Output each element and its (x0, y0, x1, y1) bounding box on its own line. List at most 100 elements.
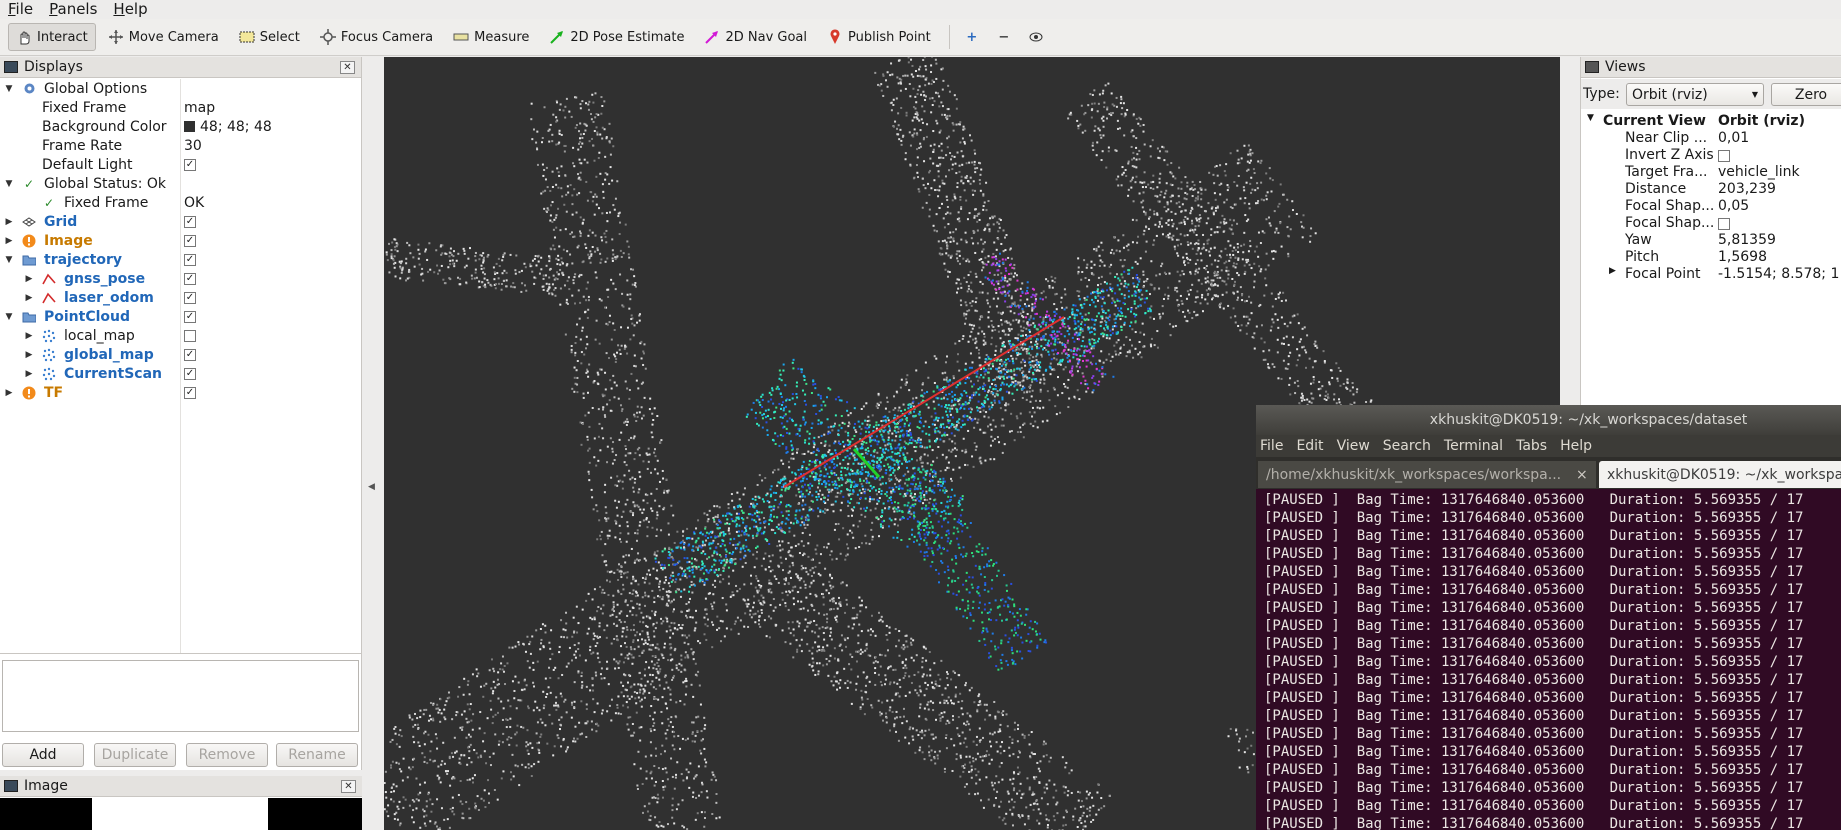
eye-icon[interactable] (1026, 27, 1046, 47)
view-prop-row[interactable]: Distance 203,239 (1581, 181, 1841, 198)
zero-button[interactable]: Zero (1771, 83, 1841, 106)
tree-row-grid[interactable]: ▶ Grid ✓ (0, 212, 362, 231)
view-prop-row[interactable]: Invert Z Axis (1581, 147, 1841, 164)
pointcloud-checkbox[interactable]: ✓ (184, 310, 196, 323)
remove-button[interactable]: Remove (186, 743, 268, 767)
rename-button[interactable]: Rename (276, 743, 358, 767)
tool-select[interactable]: Select (231, 23, 308, 51)
terminal-menu-tabs[interactable]: Tabs (1516, 438, 1547, 454)
view-prop-row[interactable]: Target Fra... vehicle_link (1581, 164, 1841, 181)
tree-row-status-fixed-frame[interactable]: ✓ Fixed Frame OK (0, 193, 362, 212)
menu-file[interactable]: File (0, 0, 41, 18)
terminal-tab-2[interactable]: xkhuskit@DK0519: ~/xk_workspaces (1599, 461, 1841, 488)
tool-2d-nav-goal[interactable]: 2D Nav Goal (696, 23, 815, 51)
prop-value[interactable]: 0,05 (1718, 198, 1840, 214)
view-prop-row[interactable]: Yaw 5,81359 (1581, 232, 1841, 249)
tool-interact[interactable]: Interact (8, 23, 96, 51)
expand-arrow-icon[interactable]: ▶ (24, 274, 34, 284)
prop-value[interactable]: vehicle_link (1718, 164, 1840, 180)
tree-row-global-map[interactable]: ▶ global_map ✓ (0, 345, 362, 364)
tree-row-laser-odom[interactable]: ▶ laser_odom ✓ (0, 288, 362, 307)
close-icon[interactable]: ✕ (341, 779, 356, 793)
tree-row-global-options[interactable]: ▼ Global Options (0, 79, 362, 98)
trajectory-checkbox[interactable]: ✓ (184, 253, 196, 266)
terminal-menu-search[interactable]: Search (1383, 438, 1431, 454)
expand-arrow-icon[interactable]: ▶ (24, 369, 34, 379)
prop-value[interactable]: 0,01 (1718, 130, 1840, 146)
terminal-menu-edit[interactable]: Edit (1296, 438, 1323, 454)
frame-rate-value[interactable]: 30 (184, 138, 202, 154)
grid-checkbox[interactable]: ✓ (184, 215, 196, 228)
prop-value[interactable]: -1.5154; 8.578; 1... (1718, 266, 1840, 282)
close-icon[interactable]: ✕ (340, 60, 355, 74)
expand-arrow-icon[interactable]: ▶ (24, 293, 34, 303)
current-view-row[interactable]: ▼ Current View Orbit (rviz) (1581, 113, 1841, 130)
expand-arrow-icon[interactable]: ▶ (24, 350, 34, 360)
add-display-button[interactable]: Add (2, 743, 84, 767)
view-prop-row[interactable]: Pitch 1,5698 (1581, 249, 1841, 266)
tree-row-current-scan[interactable]: ▶ CurrentScan ✓ (0, 364, 362, 383)
expand-arrow-icon[interactable]: ▶ (4, 236, 14, 246)
tool-measure[interactable]: Measure (445, 23, 537, 51)
tf-checkbox[interactable]: ✓ (184, 386, 196, 399)
tree-row-gnss-pose[interactable]: ▶ gnss_pose ✓ (0, 269, 362, 288)
expand-arrow-icon[interactable]: ▶ (24, 331, 34, 341)
panel-splitter[interactable]: ◀ (362, 57, 384, 830)
terminal-title[interactable]: xkhuskit@DK0519: ~/xk_workspaces/dataset (1256, 405, 1841, 435)
collapse-arrow-icon[interactable]: ▼ (4, 179, 14, 189)
view-prop-row[interactable]: Focal Shap... (1581, 215, 1841, 232)
tree-row-fixed-frame[interactable]: Fixed Frame map (0, 98, 362, 117)
fixed-frame-value[interactable]: map (184, 100, 215, 116)
tree-row-local-map[interactable]: ▶ local_map (0, 326, 362, 345)
collapse-left-icon[interactable]: ◀ (368, 482, 375, 492)
view-prop-row[interactable]: ▶ Focal Point -1.5154; 8.578; 1... (1581, 266, 1841, 283)
terminal-tab-1[interactable]: /home/xkhuskit/xk_workspaces/workspa... … (1258, 461, 1596, 488)
tree-row-image[interactable]: ▶ Image ✓ (0, 231, 362, 250)
local-map-checkbox[interactable] (184, 329, 196, 342)
view-prop-row[interactable]: Near Clip ... 0,01 (1581, 130, 1841, 147)
prop-value[interactable]: 203,239 (1718, 181, 1840, 197)
tool-move-camera[interactable]: Move Camera (100, 23, 227, 51)
menu-help[interactable]: Help (105, 0, 155, 18)
prop-value[interactable]: 5,81359 (1718, 232, 1840, 248)
tree-row-default-light[interactable]: Default Light ✓ (0, 155, 362, 174)
default-light-checkbox[interactable]: ✓ (184, 158, 196, 171)
add-tool-icon[interactable]: + (962, 27, 982, 47)
expand-arrow-icon[interactable]: ▶ (1609, 266, 1616, 276)
tree-row-global-status[interactable]: ▼ ✓ Global Status: Ok (0, 174, 362, 193)
global-map-checkbox[interactable]: ✓ (184, 348, 196, 361)
expand-arrow-icon[interactable]: ▶ (4, 217, 14, 227)
tool-focus-camera[interactable]: Focus Camera (312, 23, 441, 51)
focal-shape-checkbox[interactable] (1718, 218, 1730, 230)
tree-row-tf[interactable]: ▶ TF ✓ (0, 383, 362, 402)
close-tab-icon[interactable]: × (1576, 467, 1588, 483)
tree-row-frame-rate[interactable]: Frame Rate 30 (0, 136, 362, 155)
view-type-select[interactable]: Orbit (rviz) ▼ (1626, 83, 1764, 106)
terminal-menu-view[interactable]: View (1337, 438, 1370, 454)
prop-value[interactable]: 1,5698 (1718, 249, 1840, 265)
gnss-pose-checkbox[interactable]: ✓ (184, 272, 196, 285)
terminal-menu-help[interactable]: Help (1560, 438, 1592, 454)
collapse-arrow-icon[interactable]: ▼ (1587, 113, 1594, 123)
view-prop-row[interactable]: Focal Shap... 0,05 (1581, 198, 1841, 215)
current-scan-checkbox[interactable]: ✓ (184, 367, 196, 380)
duplicate-button[interactable]: Duplicate (94, 743, 176, 767)
tool-2d-pose-estimate[interactable]: 2D Pose Estimate (541, 23, 692, 51)
tree-row-pointcloud[interactable]: ▼ PointCloud ✓ (0, 307, 362, 326)
terminal-menu-terminal[interactable]: Terminal (1444, 438, 1503, 454)
image-checkbox[interactable]: ✓ (184, 234, 196, 247)
remove-tool-icon[interactable]: − (994, 27, 1014, 47)
background-color-value[interactable]: 48; 48; 48 (184, 119, 272, 135)
collapse-arrow-icon[interactable]: ▼ (4, 84, 14, 94)
tree-row-trajectory[interactable]: ▼ trajectory ✓ (0, 250, 362, 269)
invert-z-checkbox[interactable] (1718, 150, 1730, 162)
tool-publish-point[interactable]: Publish Point (819, 23, 939, 51)
terminal-menu-file[interactable]: File (1260, 438, 1283, 454)
expand-arrow-icon[interactable]: ▶ (4, 388, 14, 398)
collapse-arrow-icon[interactable]: ▼ (4, 255, 14, 265)
tree-row-background-color[interactable]: Background Color 48; 48; 48 (0, 117, 362, 136)
terminal-output[interactable]: [PAUSED ] Bag Time: 1317646840.053600 Du… (1264, 491, 1841, 830)
menu-panels[interactable]: Panels (41, 0, 105, 18)
laser-odom-checkbox[interactable]: ✓ (184, 291, 196, 304)
collapse-arrow-icon[interactable]: ▼ (4, 312, 14, 322)
